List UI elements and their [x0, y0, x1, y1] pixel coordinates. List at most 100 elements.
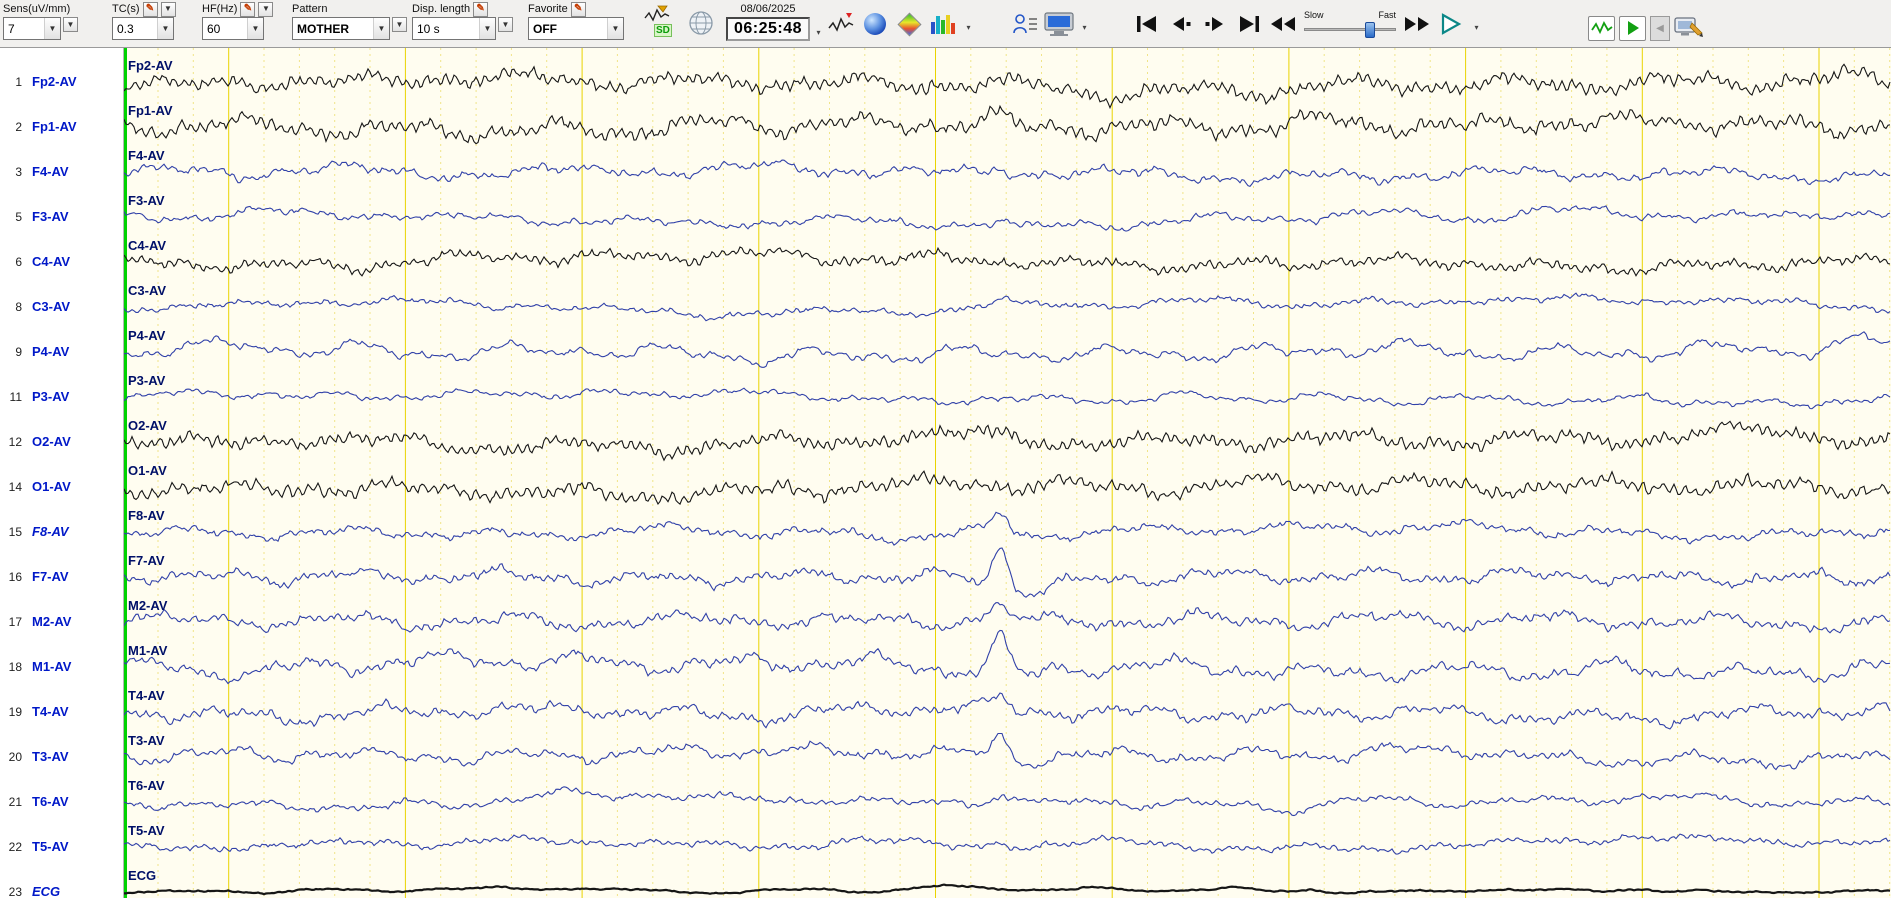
step-back-button[interactable]: [1166, 9, 1196, 39]
channel-row[interactable]: 6 C4-AV: [0, 252, 70, 272]
brain-sphere-icon: [864, 13, 886, 35]
chevron-down-icon[interactable]: ▼: [607, 18, 623, 39]
channel-row[interactable]: 11 P3-AV: [0, 387, 70, 407]
channel-label: F4-AV: [32, 164, 69, 179]
channel-row[interactable]: 19 T4-AV: [0, 702, 69, 722]
speed-slider-handle[interactable]: [1365, 22, 1376, 38]
pattern-control: Pattern MOTHER ▼ ▼: [292, 1, 407, 40]
channel-number: 16: [8, 570, 22, 584]
chevron-down-icon[interactable]: ▼: [479, 18, 495, 39]
disp-length-dropdown-button[interactable]: ▼: [498, 17, 513, 32]
slow-label: Slow: [1304, 10, 1324, 20]
channel-row[interactable]: 1 Fp2-AV: [0, 72, 76, 92]
event-wave-tool-button[interactable]: [826, 9, 856, 39]
hf-edit-button[interactable]: ✎: [240, 1, 256, 17]
eeg-trace-F4-AV: [124, 159, 1891, 188]
patient-info-button[interactable]: [1010, 9, 1040, 39]
topography-button[interactable]: [894, 9, 924, 39]
trace-label-Fp1-AV: Fp1-AV: [128, 103, 173, 118]
record-tools-dropdown-button[interactable]: ▾: [1078, 13, 1091, 35]
video-monitor-icon: [1044, 12, 1074, 36]
channel-row[interactable]: 2 Fp1-AV: [0, 117, 76, 137]
step-back-icon: [1173, 17, 1191, 31]
play-button[interactable]: [1436, 9, 1466, 39]
playback-dropdown-button[interactable]: ▾: [1470, 13, 1483, 35]
channel-row[interactable]: 8 C3-AV: [0, 297, 70, 317]
channel-row[interactable]: 17 M2-AV: [0, 612, 72, 632]
chevron-down-icon[interactable]: ▼: [373, 18, 389, 39]
map-tool[interactable]: [688, 10, 714, 41]
start-playback-button[interactable]: [1619, 15, 1646, 41]
channel-row[interactable]: 15 F8-AV: [0, 522, 69, 542]
hf-combo[interactable]: 60 ▼: [202, 17, 264, 40]
brain-map-button[interactable]: [860, 9, 890, 39]
rewind-button[interactable]: [1268, 9, 1298, 39]
color-density-button[interactable]: [928, 9, 958, 39]
eeg-plot[interactable]: Fp2-AV Fp1-AV F4-AV F3-AV C4-AV C3-AV P4-AV P3-…: [124, 48, 1891, 898]
pattern-dropdown-button[interactable]: ▼: [392, 17, 407, 32]
channel-row[interactable]: 20 T3-AV: [0, 747, 69, 767]
favorite-label: Favorite: [528, 3, 568, 15]
disp-length-edit-button[interactable]: ✎: [473, 1, 489, 17]
skip-first-button[interactable]: [1132, 9, 1162, 39]
channel-label: C3-AV: [32, 299, 71, 314]
sens-dropdown-button[interactable]: ▼: [63, 17, 78, 32]
hf-dropdown-button[interactable]: ▼: [258, 1, 274, 17]
time-dropdown-button[interactable]: ▾: [812, 18, 825, 40]
chevron-down-icon[interactable]: ▼: [157, 18, 173, 39]
eeg-trace-P3-AV: [124, 387, 1891, 410]
channel-number: 17: [8, 615, 22, 629]
channel-row[interactable]: 23 ECG: [0, 882, 61, 898]
channel-row[interactable]: 9 P4-AV: [0, 342, 69, 362]
channel-row[interactable]: 5 F3-AV: [0, 207, 68, 227]
record-date: 08/06/2025: [740, 3, 796, 15]
patient-info-icon: [1013, 14, 1037, 34]
eeg-trace-F7-AV: [124, 547, 1891, 598]
channel-label: M2-AV: [32, 614, 72, 629]
eeg-trace-T3-AV: [124, 732, 1891, 771]
step-forward-button[interactable]: [1200, 9, 1230, 39]
sens-combo[interactable]: 7 ▼: [3, 17, 61, 40]
channel-row[interactable]: 12 O2-AV: [0, 432, 71, 452]
pattern-combo[interactable]: MOTHER ▼: [292, 17, 390, 40]
eeg-trace-P4-AV: [124, 331, 1891, 368]
eeg-plot-area[interactable]: Fp2-AV Fp1-AV F4-AV F3-AV C4-AV C3-AV P4-AV P3-…: [124, 48, 1891, 898]
remote-setup-button[interactable]: [1674, 13, 1704, 43]
channel-row[interactable]: 14 O1-AV: [0, 477, 71, 497]
favorite-combo[interactable]: OFF ▼: [528, 17, 624, 40]
hf-control: HF(Hz) ✎ ▼ 60 ▼: [202, 1, 274, 40]
chevron-down-icon[interactable]: ▼: [247, 18, 263, 39]
channel-row[interactable]: 16 F7-AV: [0, 567, 69, 587]
favorite-edit-button[interactable]: ✎: [570, 1, 586, 17]
channel-label: M1-AV: [32, 659, 72, 674]
trace-label-P3-AV: P3-AV: [128, 373, 166, 388]
tc-dropdown-button[interactable]: ▼: [160, 1, 176, 17]
display-tools-dropdown-button[interactable]: ▾: [962, 13, 975, 35]
skip-first-icon: [1137, 16, 1156, 32]
tc-combo[interactable]: 0.3 ▼: [112, 17, 174, 40]
skip-last-button[interactable]: [1234, 9, 1264, 39]
fast-forward-button[interactable]: [1402, 9, 1432, 39]
waveform-pencil-icon: [644, 5, 670, 22]
speed-slider-track[interactable]: [1302, 22, 1398, 38]
chevron-down-icon[interactable]: ▼: [44, 18, 60, 39]
trace-label-T6-AV: T6-AV: [128, 778, 165, 793]
channel-number: 15: [8, 525, 22, 539]
channel-number: 23: [8, 885, 22, 898]
channel-row[interactable]: 22 T5-AV: [0, 837, 69, 857]
play-outline-icon: [1441, 13, 1462, 35]
quick-launch-group: ◀: [1588, 6, 1704, 50]
disp-length-combo[interactable]: 10 s ▼: [412, 17, 496, 40]
waveform-marker-icon: [828, 13, 854, 32]
channel-row[interactable]: 21 T6-AV: [0, 792, 69, 812]
video-review-button[interactable]: [1044, 9, 1074, 39]
channel-row[interactable]: 3 F4-AV: [0, 162, 69, 182]
channel-row[interactable]: 18 M1-AV: [0, 657, 72, 677]
previous-disabled-button[interactable]: ◀: [1650, 15, 1670, 41]
workstation-pencil-icon: [1674, 17, 1703, 37]
tc-edit-button[interactable]: ✎: [142, 1, 158, 17]
channel-number: 8: [15, 300, 22, 314]
annotation-sd-tool[interactable]: SD: [644, 4, 674, 40]
live-wave-button[interactable]: [1588, 15, 1615, 41]
slider-groove: [1304, 28, 1396, 31]
